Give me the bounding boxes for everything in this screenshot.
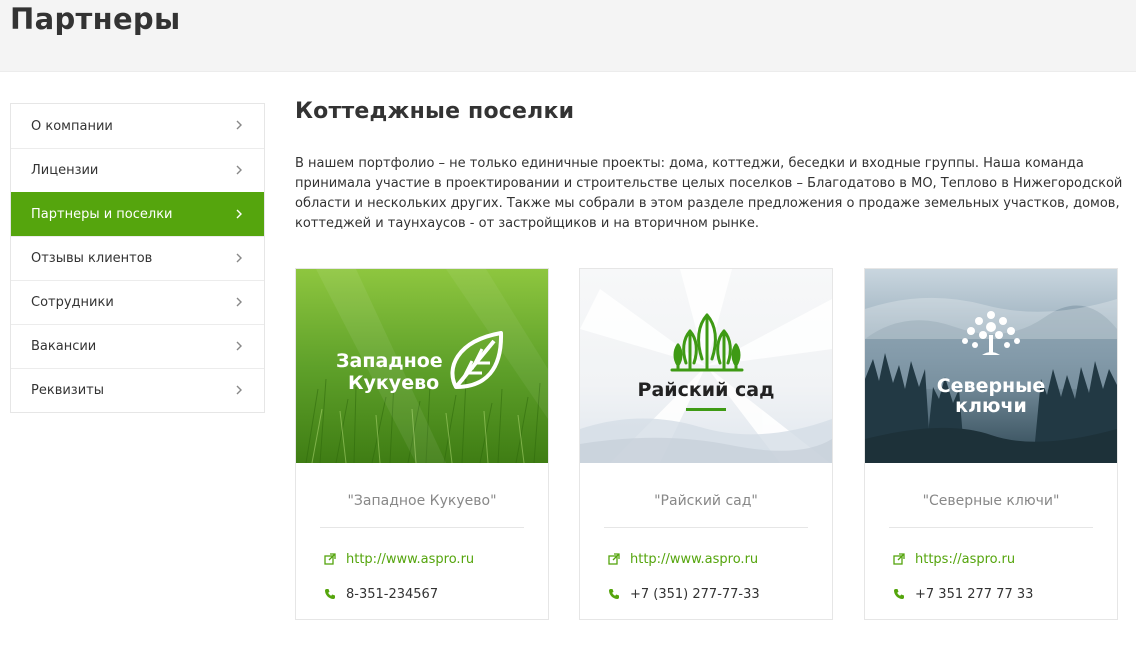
partner-logo-image[interactable]: Райский сад	[580, 269, 832, 463]
sidebar-item-label: Вакансии	[31, 339, 97, 354]
partner-phone-row: +7 (351) 277-77-33	[608, 584, 760, 604]
page-title: Партнеры	[10, 2, 181, 36]
partner-name[interactable]: "Райский сад"	[580, 493, 832, 509]
section-description: В нашем портфолио – не только единичные …	[295, 156, 1123, 231]
logo-text-line1: Западное	[336, 350, 443, 372]
partner-card: Западное Кукуево "Западное Кукуево" http…	[295, 268, 549, 620]
chevron-right-icon	[233, 384, 245, 396]
sidebar-item-label: О компании	[31, 118, 113, 134]
chevron-right-icon	[233, 296, 245, 308]
sidebar-item-partners[interactable]: Партнеры и поселки	[11, 192, 264, 236]
partner-phone[interactable]: +7 351 277 77 33	[915, 587, 1033, 602]
divider	[889, 527, 1093, 528]
partner-site-link[interactable]: http://www.aspro.ru	[630, 552, 758, 567]
phone-icon	[608, 588, 620, 600]
partner-site-row: http://www.aspro.ru	[608, 549, 758, 569]
partner-phone[interactable]: +7 (351) 277-77-33	[630, 587, 760, 602]
sidebar-item-vacancies[interactable]: Вакансии	[11, 324, 264, 368]
partner-card: Райский сад "Райский сад" http://www.asp…	[579, 268, 833, 620]
partner-site-row: http://www.aspro.ru	[324, 549, 474, 569]
sidebar-item-label: Лицензии	[31, 163, 99, 178]
sidebar-item-label: Партнеры и поселки	[31, 207, 173, 222]
sidebar-item-about[interactable]: О компании	[11, 104, 264, 148]
chevron-right-icon	[233, 164, 245, 176]
logo-text-line1: Северные	[937, 375, 1046, 397]
sidebar-item-label: Сотрудники	[31, 295, 114, 310]
external-link-icon	[608, 553, 620, 565]
partner-logo-image[interactable]: Северные ключи	[865, 269, 1117, 463]
sidebar-item-requisites[interactable]: Реквизиты	[11, 368, 264, 412]
sidebar-item-label: Реквизиты	[31, 383, 104, 398]
external-link-icon	[893, 553, 905, 565]
sidebar-item-label: Отзывы клиентов	[31, 251, 153, 266]
chevron-right-icon	[233, 119, 245, 131]
logo-text-line2: Кукуево	[348, 372, 439, 394]
partner-phone-row: 8-351-234567	[324, 584, 438, 604]
partner-name[interactable]: "Западное Кукуево"	[296, 493, 548, 509]
partner-logo-image[interactable]: Западное Кукуево	[296, 269, 548, 463]
chevron-right-icon	[233, 340, 245, 352]
phone-icon	[324, 588, 336, 600]
sidebar-item-staff[interactable]: Сотрудники	[11, 280, 264, 324]
section-title: Коттеджные поселки	[295, 99, 575, 124]
partner-phone-row: +7 351 277 77 33	[893, 584, 1033, 604]
divider	[320, 527, 524, 528]
page-header: Партнеры	[0, 0, 1136, 72]
sidebar-item-reviews[interactable]: Отзывы клиентов	[11, 236, 264, 280]
partner-site-link[interactable]: http://www.aspro.ru	[346, 552, 474, 567]
divider	[604, 527, 808, 528]
partner-site-link[interactable]: https://aspro.ru	[915, 552, 1015, 567]
sidebar-item-licenses[interactable]: Лицензии	[11, 148, 264, 192]
logo-text-line1: Райский сад	[638, 379, 775, 401]
partner-name[interactable]: "Северные ключи"	[865, 493, 1117, 509]
partner-site-row: https://aspro.ru	[893, 549, 1015, 569]
chevron-right-icon	[233, 208, 245, 220]
chevron-right-icon	[233, 252, 245, 264]
external-link-icon	[324, 553, 336, 565]
partner-card: Северные ключи "Северные ключи" https://…	[864, 268, 1118, 620]
partner-phone[interactable]: 8-351-234567	[346, 587, 438, 602]
logo-text-line2: ключи	[955, 395, 1027, 417]
sidebar-menu: О компании Лицензии Партнеры и поселки О…	[10, 103, 265, 413]
phone-icon	[893, 588, 905, 600]
